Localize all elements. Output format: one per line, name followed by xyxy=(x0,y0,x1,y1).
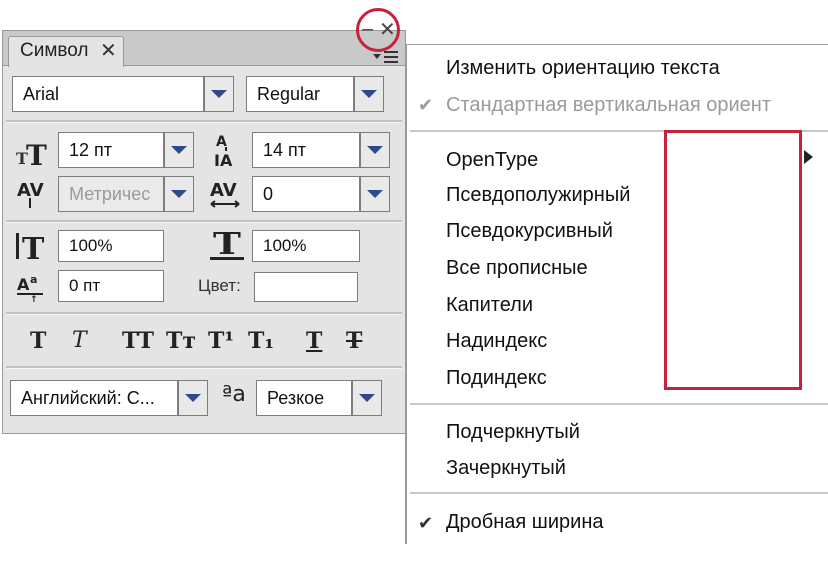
leading-dropdown-button[interactable] xyxy=(360,132,390,168)
font-size-field[interactable]: 12 пт xyxy=(58,132,164,168)
antialias-icon: ªa xyxy=(222,382,246,407)
font-size-dropdown-button[interactable] xyxy=(164,132,194,168)
kerning-field[interactable]: Метричес xyxy=(58,176,164,212)
language-dropdown-button[interactable] xyxy=(178,380,208,416)
subscript-button[interactable]: T₁ xyxy=(248,328,274,354)
menu-item-faux-bold[interactable]: Псевдополужирный xyxy=(446,184,630,207)
svg-text:↑: ↑ xyxy=(30,295,38,302)
font-family-dropdown-button[interactable] xyxy=(204,76,234,112)
tracking-dropdown-button[interactable] xyxy=(360,176,390,212)
vertical-scale-field[interactable]: 100% xyxy=(58,230,164,262)
tab-close-icon[interactable]: ✕ xyxy=(100,38,117,63)
check-icon: ✔ xyxy=(418,95,434,115)
check-icon: ✔ xyxy=(418,513,434,533)
highlight-circle xyxy=(356,8,400,52)
all-caps-button[interactable]: TT xyxy=(122,328,154,354)
svg-text:T: T xyxy=(213,228,241,262)
font-size-icon: TT xyxy=(16,138,50,172)
font-style-dropdown-button[interactable] xyxy=(354,76,384,112)
svg-text:T: T xyxy=(26,139,47,168)
highlight-box xyxy=(664,130,802,390)
tracking-icon: AV xyxy=(208,178,244,214)
menu-item-faux-italic[interactable]: Псевдокурсивный xyxy=(446,220,613,243)
vertical-scale-icon: T xyxy=(14,230,50,267)
panel-menu-icon[interactable] xyxy=(372,48,400,66)
font-style-field[interactable]: Regular xyxy=(246,76,354,112)
small-caps-button[interactable]: Tт xyxy=(166,328,196,354)
baseline-shift-field[interactable]: 0 пт xyxy=(58,270,164,302)
antialias-dropdown-button[interactable] xyxy=(352,380,382,416)
divider xyxy=(6,366,402,369)
kerning-dropdown-button[interactable] xyxy=(164,176,194,212)
menu-item-standard-vertical[interactable]: Стандартная вертикальная ориент xyxy=(446,94,771,117)
menu-item-subscript[interactable]: Подиндекс xyxy=(446,367,547,390)
superscript-button[interactable]: T¹ xyxy=(208,328,234,354)
divider xyxy=(6,312,402,315)
menu-item-underline[interactable]: Подчеркнутый xyxy=(446,421,580,444)
svg-text:AV: AV xyxy=(17,180,44,201)
leading-field[interactable]: 14 пт xyxy=(252,132,360,168)
kerning-icon: AV xyxy=(16,176,48,214)
color-field[interactable] xyxy=(254,272,358,302)
antialias-field[interactable]: Резкое xyxy=(256,380,352,416)
menu-item-small-caps[interactable]: Капители xyxy=(446,294,533,317)
svg-text:IA: IA xyxy=(214,151,233,168)
menu-item-change-orientation[interactable]: Изменить ориентацию текста xyxy=(446,57,720,80)
menu-item-strikethrough[interactable]: Зачеркнутый xyxy=(446,457,566,480)
color-label: Цвет: xyxy=(198,276,241,295)
tab-symbol-label: Символ xyxy=(20,40,89,61)
leading-icon: A IA xyxy=(212,130,242,172)
divider xyxy=(6,120,402,123)
strikethrough-button[interactable]: T xyxy=(346,328,362,354)
font-family-field[interactable]: Arial xyxy=(12,76,204,112)
svg-text:A: A xyxy=(17,275,30,294)
menu-separator xyxy=(410,403,828,405)
menu-item-all-caps[interactable]: Все прописные xyxy=(446,257,588,280)
menu-item-fractional-widths[interactable]: Дробная ширина xyxy=(446,511,603,534)
divider xyxy=(6,220,402,223)
regular-button[interactable]: T xyxy=(30,328,46,354)
menu-separator xyxy=(410,492,828,494)
menu-item-superscript[interactable]: Надиндекс xyxy=(446,330,547,353)
underline-button[interactable]: T xyxy=(306,328,322,354)
horizontal-scale-icon: T xyxy=(208,227,248,266)
submenu-arrow-icon xyxy=(804,150,813,164)
svg-text:AV: AV xyxy=(210,180,237,201)
baseline-shift-icon: Aa ↑ xyxy=(16,272,46,306)
svg-text:a: a xyxy=(30,273,37,286)
horizontal-scale-field[interactable]: 100% xyxy=(252,230,360,262)
tracking-field[interactable]: 0 xyxy=(252,176,360,212)
italic-button[interactable]: T xyxy=(72,328,87,353)
menu-item-opentype[interactable]: OpenType xyxy=(446,149,538,172)
svg-text:T: T xyxy=(22,232,45,262)
language-field[interactable]: Английский: С... xyxy=(10,380,178,416)
